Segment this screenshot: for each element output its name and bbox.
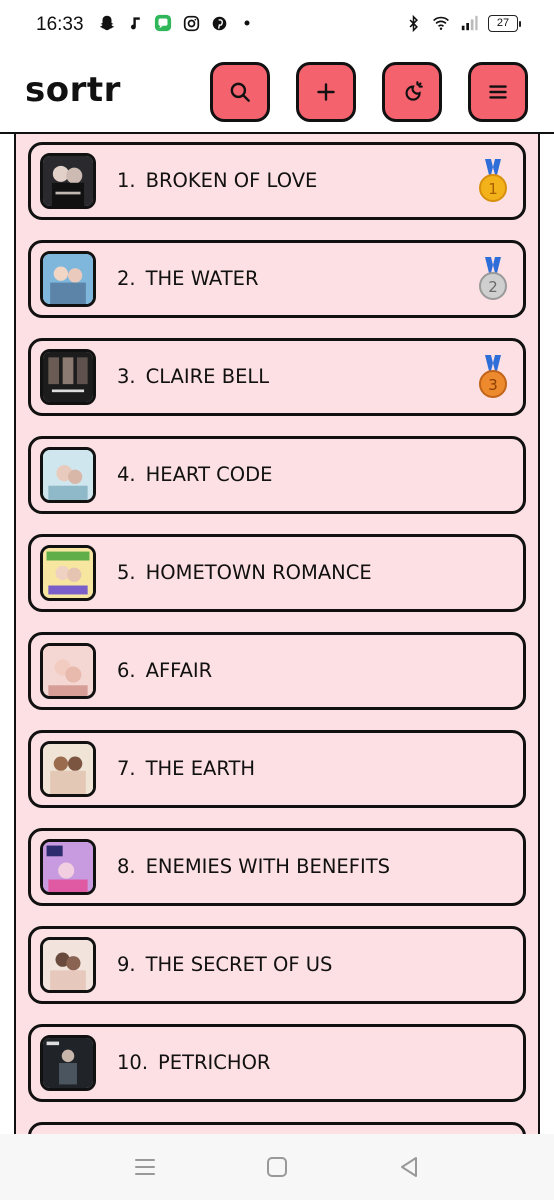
- silver-medal-icon: 2: [477, 257, 509, 303]
- app-header: sortr: [0, 50, 554, 134]
- theme-toggle-button[interactable]: [382, 62, 442, 122]
- list-item[interactable]: 5. HOMETOWN ROMANCE: [28, 534, 526, 612]
- system-nav-bar: [0, 1134, 554, 1200]
- bluetooth-icon: [404, 14, 422, 32]
- item-rank: 3.: [117, 365, 136, 388]
- add-button[interactable]: [296, 62, 356, 122]
- home-button[interactable]: [264, 1154, 290, 1180]
- poster-thumbnail: [40, 937, 96, 993]
- poster-thumbnail: [40, 1035, 96, 1091]
- item-title: BROKEN OF LOVE: [145, 169, 318, 192]
- item-rank: 9.: [117, 953, 136, 976]
- svg-text:3: 3: [488, 376, 498, 394]
- menu-button[interactable]: [468, 62, 528, 122]
- list-item[interactable]: 7. THE EARTH: [28, 730, 526, 808]
- list-item-partial[interactable]: [28, 1122, 526, 1134]
- gold-medal-icon: 1: [477, 159, 509, 205]
- poster-thumbnail: [40, 839, 96, 895]
- bronze-medal-icon: 3: [477, 355, 509, 401]
- list-item[interactable]: 4. HEART CODE: [28, 436, 526, 514]
- poster-thumbnail: [40, 643, 96, 699]
- svg-text:2: 2: [488, 278, 498, 296]
- wifi-icon: [432, 14, 450, 32]
- item-rank: 2.: [117, 267, 136, 290]
- list-item[interactable]: 9. THE SECRET OF US: [28, 926, 526, 1004]
- instagram-icon: [182, 14, 200, 32]
- item-title: AFFAIR: [145, 659, 213, 682]
- dot-icon: [238, 14, 256, 32]
- plus-icon: [317, 83, 335, 101]
- app-logo: sortr: [25, 70, 121, 110]
- snapchat-icon: [98, 14, 116, 32]
- item-title: HOMETOWN ROMANCE: [145, 561, 372, 584]
- poster-thumbnail: [40, 741, 96, 797]
- list-item[interactable]: 10. PETRICHOR: [28, 1024, 526, 1102]
- list-item[interactable]: 1. BROKEN OF LOVE 1: [28, 142, 526, 220]
- back-button[interactable]: [396, 1154, 422, 1180]
- theme-icon: [405, 81, 423, 101]
- ranking-panel: 1. BROKEN OF LOVE 1 2. THE WATER 2 3. CLAIR…: [14, 134, 540, 1134]
- item-title: CLAIRE BELL: [145, 365, 270, 388]
- list-item[interactable]: 3. CLAIRE BELL 3: [28, 338, 526, 416]
- signal-icon: [460, 14, 478, 32]
- item-rank: 4.: [117, 463, 136, 486]
- item-title: THE EARTH: [145, 757, 256, 780]
- home-icon: [267, 1157, 287, 1177]
- list-item[interactable]: 8. ENEMIES WITH BENEFITS: [28, 828, 526, 906]
- notification-icons: [98, 14, 256, 32]
- status-bar: 16:33 27: [0, 0, 554, 50]
- pinterest-icon: [210, 14, 228, 32]
- recents-icon: [135, 1159, 155, 1175]
- poster-thumbnail: [40, 545, 96, 601]
- recents-button[interactable]: [132, 1154, 158, 1180]
- item-rank: 8.: [117, 855, 136, 878]
- back-icon: [401, 1157, 417, 1177]
- item-title: HEART CODE: [145, 463, 273, 486]
- messages-icon: [154, 14, 172, 32]
- poster-thumbnail: [40, 447, 96, 503]
- list-item[interactable]: 6. AFFAIR: [28, 632, 526, 710]
- svg-text:1: 1: [488, 180, 498, 198]
- item-rank: 7.: [117, 757, 136, 780]
- menu-icon: [489, 85, 507, 99]
- poster-thumbnail: [40, 153, 96, 209]
- battery-icon: 27: [488, 14, 521, 32]
- system-icons: 27: [404, 14, 521, 32]
- poster-thumbnail: [40, 251, 96, 307]
- search-button[interactable]: [210, 62, 270, 122]
- search-icon: [230, 82, 250, 102]
- item-title: THE WATER: [145, 267, 259, 290]
- item-title: THE SECRET OF US: [145, 953, 333, 976]
- item-rank: 10.: [117, 1051, 149, 1074]
- music-note-icon: [126, 14, 144, 32]
- poster-thumbnail: [40, 349, 96, 405]
- item-title: PETRICHOR: [158, 1051, 271, 1074]
- item-rank: 1.: [117, 169, 136, 192]
- item-rank: 6.: [117, 659, 136, 682]
- status-time: 16:33: [36, 14, 84, 35]
- list-item[interactable]: 2. THE WATER 2: [28, 240, 526, 318]
- item-rank: 5.: [117, 561, 136, 584]
- item-title: ENEMIES WITH BENEFITS: [145, 855, 390, 878]
